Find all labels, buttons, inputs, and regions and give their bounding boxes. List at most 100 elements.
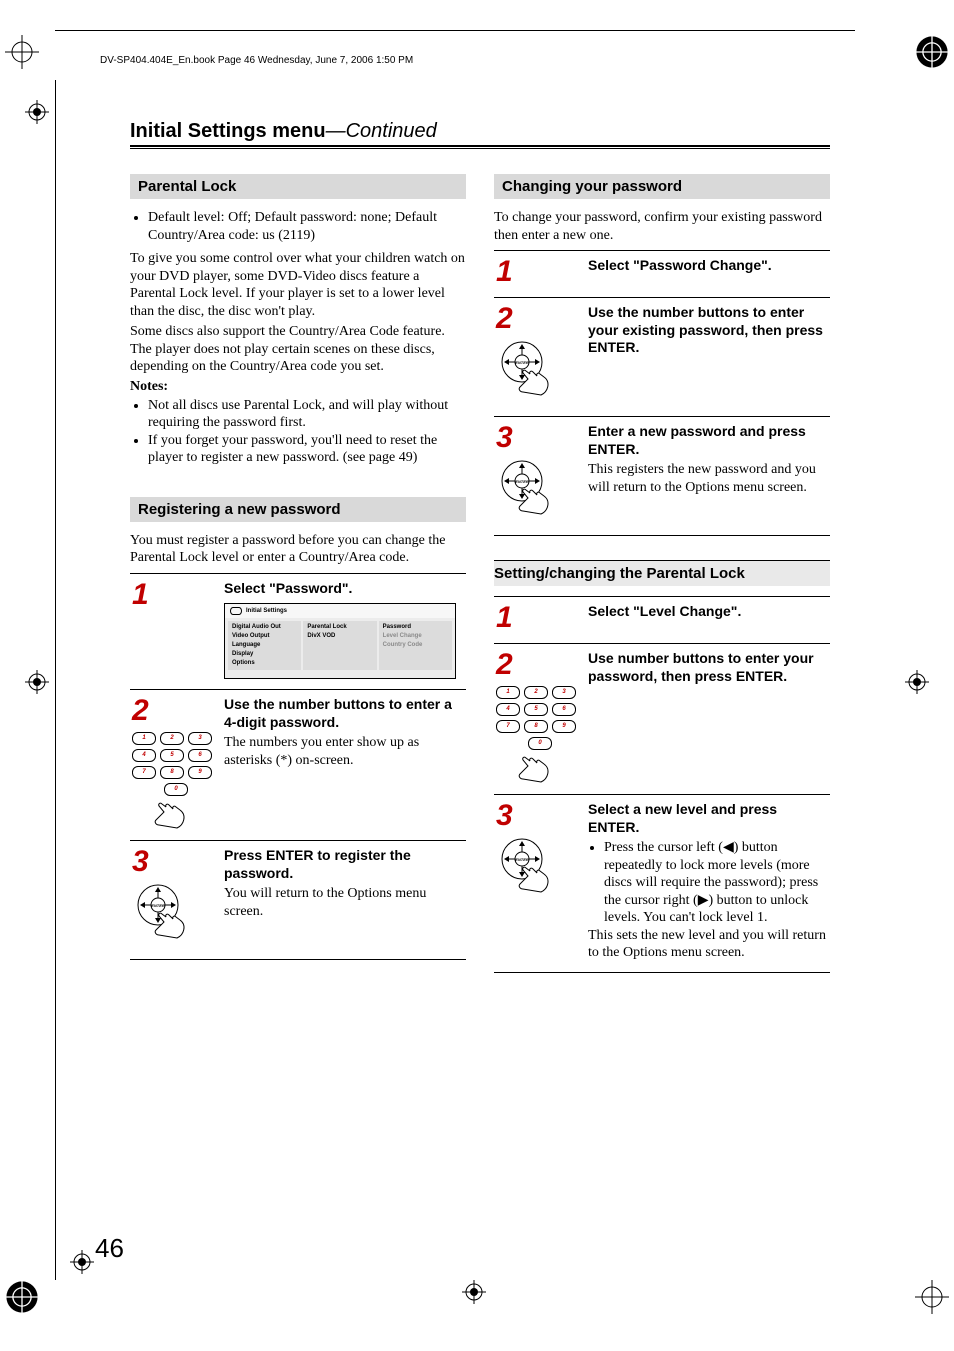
step-num: 2 (496, 648, 513, 681)
registration-mark-bl (0, 1275, 44, 1319)
svg-text:ENTER: ENTER (151, 903, 165, 908)
step-num: 3 (496, 421, 513, 454)
number-keypad-icon: 123 456 789 0 (496, 686, 584, 750)
dpad-enter-icon: ENTER (496, 459, 584, 525)
page-number: 46 (95, 1233, 124, 1264)
parental-desc-2: Some discs also support the Country/Area… (130, 323, 466, 376)
key-8: 8 (160, 766, 184, 779)
menu-c1-0: Digital Audio Out (232, 623, 297, 632)
pl-step-1: Select "Level Change". (588, 603, 828, 621)
note-1: Not all discs use Parental Lock, and wil… (148, 397, 466, 432)
key-0: 0 (528, 737, 552, 750)
key-5: 5 (524, 703, 548, 716)
menu-c1-3: Display (232, 650, 297, 659)
key-1: 1 (132, 732, 156, 745)
step-num: 1 (496, 255, 513, 288)
step-num: 2 (496, 302, 513, 335)
svg-text:ENTER: ENTER (515, 360, 529, 365)
menu-c1-2: Language (232, 641, 297, 650)
key-2: 2 (160, 732, 184, 745)
number-keypad-icon: 123 456 789 0 (132, 732, 220, 796)
registration-mark-tl (5, 35, 39, 69)
hand-press-icon (496, 754, 556, 784)
key-9: 9 (552, 720, 576, 733)
register-intro: You must register a password before you … (130, 532, 466, 567)
section-title-row: Initial Settings menu—Continued (130, 120, 830, 143)
key-9: 9 (188, 766, 212, 779)
menu-c1-1: Video Output (232, 632, 297, 641)
menu-c2-1: DivX VOD (307, 632, 372, 641)
cp-step-2: Use the number buttons to enter your exi… (588, 304, 828, 357)
cp-step-3: Enter a new password and press ENTER. (588, 423, 828, 458)
key-4: 4 (496, 703, 520, 716)
key-1: 1 (496, 686, 520, 699)
change-intro: To change your password, confirm your ex… (494, 209, 830, 244)
title-rule-thin (130, 148, 830, 149)
heading-set-parental-lock: Setting/changing the Parental Lock (494, 560, 830, 586)
hand-press-icon (132, 800, 192, 830)
key-4: 4 (132, 749, 156, 762)
key-8: 8 (524, 720, 548, 733)
default-level-bullet: Default level: Off; Default password: no… (148, 209, 466, 244)
pl-step-2: Use number buttons to enter your passwor… (588, 650, 828, 685)
notes-label: Notes: (130, 379, 466, 395)
dpad-enter-icon: ENTER (132, 883, 220, 949)
menu-c3-1: Level Change (383, 632, 448, 641)
key-3: 3 (188, 732, 212, 745)
step-num: 3 (496, 799, 513, 832)
cp-step-3-body: This registers the new password and you … (588, 461, 828, 496)
heading-register-password: Registering a new password (130, 497, 466, 522)
heading-parental-lock: Parental Lock (130, 174, 466, 199)
heading-change-password: Changing your password (494, 174, 830, 199)
left-column: Parental Lock Default level: Off; Defaul… (130, 174, 466, 973)
menu-c1-4: Options (232, 659, 297, 668)
key-7: 7 (496, 720, 520, 733)
book-header-line: DV-SP404.404E_En.book Page 46 Wednesday,… (100, 55, 413, 66)
note-2: If you forget your password, you'll need… (148, 432, 466, 467)
registration-mark-tr (910, 30, 954, 74)
alignment-mark-b (462, 1280, 486, 1304)
cp-step-1: Select "Password Change". (588, 257, 828, 275)
registration-mark-br (915, 1280, 949, 1314)
crop-top (55, 30, 855, 31)
register-steps-table: 1 Select "Password". Initial Settings Di… (130, 573, 466, 961)
alignment-mark-bl2 (70, 1250, 94, 1274)
step-3-body: You will return to the Options menu scre… (224, 885, 464, 920)
step-num: 1 (496, 601, 513, 634)
menu-screenshot: Initial Settings Digital Audio Out Video… (224, 603, 456, 679)
step-2-body: The numbers you enter show up as asteris… (224, 734, 464, 769)
step-num: 2 (132, 694, 149, 727)
parental-steps-table: 1 Select "Level Change". 2 123 456 789 0 (494, 596, 830, 973)
step-3-instruction: Press ENTER to register the password. (224, 847, 464, 882)
parental-desc-1: To give you some control over what your … (130, 250, 466, 320)
dpad-enter-icon: ENTER (496, 340, 584, 406)
alignment-mark-l (25, 670, 49, 694)
step-2-instruction: Use the number buttons to enter a 4-digi… (224, 696, 464, 731)
key-0: 0 (164, 783, 188, 796)
page-content: Initial Settings menu—Continued Parental… (130, 120, 830, 973)
right-column: Changing your password To change your pa… (494, 174, 830, 973)
key-2: 2 (524, 686, 548, 699)
section-title-continued: —Continued (326, 120, 437, 142)
alignment-mark-r (905, 670, 929, 694)
change-steps-table: 1 Select "Password Change". 2 ENTER (494, 250, 830, 536)
pl-step-3-li: Press the cursor left (◀) button repeate… (604, 839, 828, 927)
step-num: 3 (132, 845, 149, 878)
alignment-mark-tl (25, 100, 49, 124)
pl-step-3-body2: This sets the new level and you will ret… (588, 927, 828, 962)
pl-step-3: Select a new level and press ENTER. (588, 801, 828, 836)
step-1-instruction: Select "Password". (224, 580, 464, 598)
title-rule-thick (130, 145, 830, 147)
menu-c3-0: Password (383, 623, 448, 632)
menu-title: Initial Settings (246, 608, 287, 614)
key-5: 5 (160, 749, 184, 762)
svg-text:ENTER: ENTER (515, 857, 529, 862)
dpad-enter-icon: ENTER (496, 837, 584, 903)
svg-text:ENTER: ENTER (515, 479, 529, 484)
disc-icon (230, 607, 242, 615)
key-6: 6 (552, 703, 576, 716)
crop-left (55, 80, 56, 1280)
key-3: 3 (552, 686, 576, 699)
menu-c3-2: Country Code (383, 641, 448, 650)
section-title: Initial Settings menu (130, 120, 326, 142)
